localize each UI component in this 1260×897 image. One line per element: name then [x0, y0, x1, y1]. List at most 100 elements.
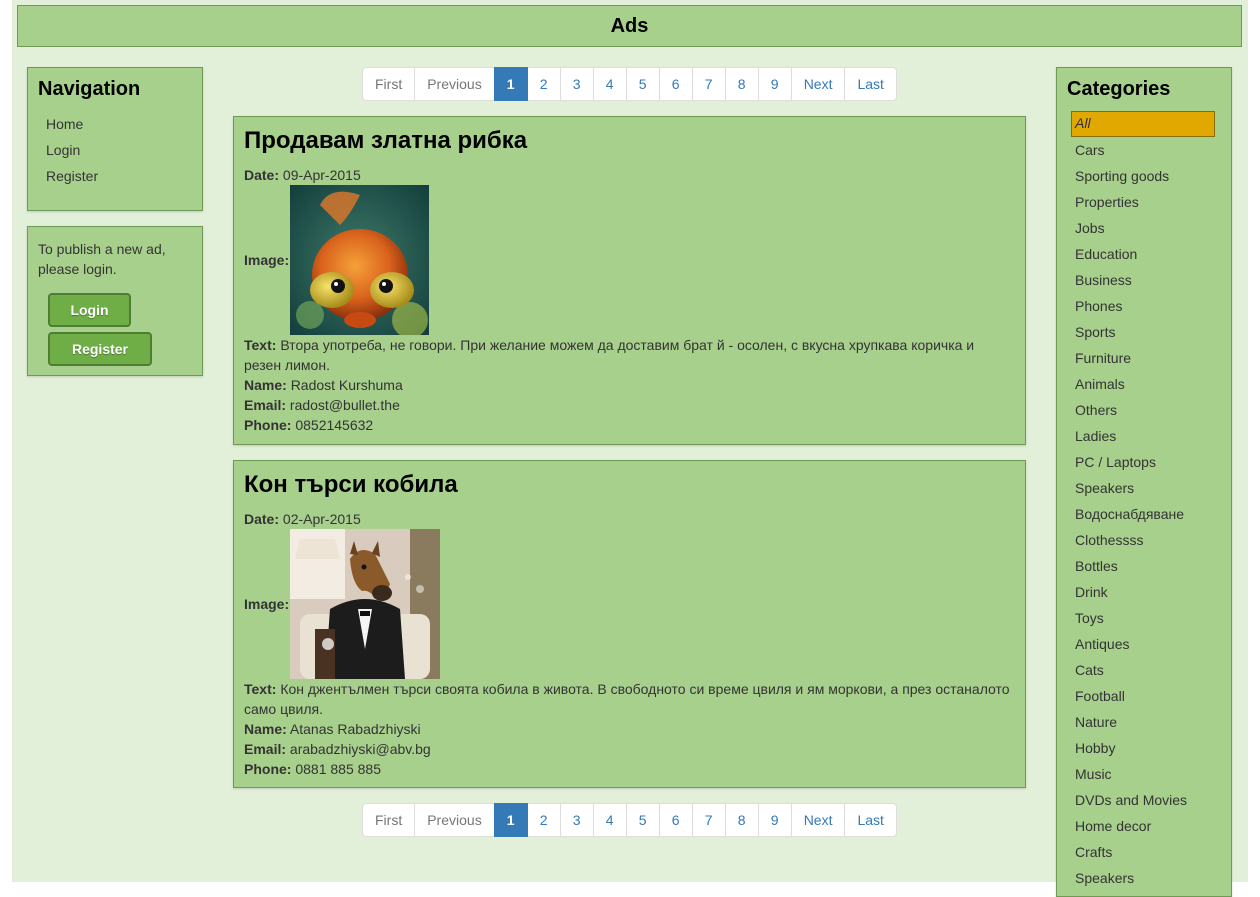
pager-page-5[interactable]: 5	[625, 67, 660, 101]
horse-mask-image	[290, 529, 441, 679]
pagination-bottom: First Previous 1 2 3 4 5 6 7 8 9 Next La…	[362, 803, 897, 837]
category-item[interactable]: Antiques	[1067, 631, 1221, 657]
category-item[interactable]: Animals	[1067, 371, 1221, 397]
category-item[interactable]: DVDs and Movies	[1067, 787, 1221, 813]
pager-page-6[interactable]: 6	[658, 67, 693, 101]
category-item[interactable]: Drink	[1067, 579, 1221, 605]
ad-email: arabadzhiyski@abv.bg	[289, 741, 431, 757]
category-item[interactable]: Sporting goods	[1067, 163, 1221, 189]
pager-next[interactable]: Next	[790, 67, 846, 101]
pager-page-1[interactable]: 1	[493, 803, 528, 837]
category-item[interactable]: Toys	[1067, 605, 1221, 631]
pager-page-4[interactable]: 4	[592, 67, 627, 101]
ad-text-row: Text: Втора употреба, не говори. При жел…	[244, 337, 975, 373]
ad-date: 09-Apr-2015	[282, 167, 361, 183]
ad-title: Продавам златна рибка	[244, 127, 528, 154]
category-item[interactable]: Bottles	[1067, 553, 1221, 579]
pager-page-8[interactable]: 8	[724, 803, 759, 837]
page-header: Ads	[17, 5, 1242, 47]
navigation-panel: Navigation Home Login Register	[27, 67, 203, 211]
category-item[interactable]: Sports	[1067, 319, 1221, 345]
pager-page-4[interactable]: 4	[592, 803, 627, 837]
pager-page-5[interactable]: 5	[625, 803, 660, 837]
ad-phone-row: Phone: 0852145632	[244, 417, 374, 433]
category-item[interactable]: Business	[1067, 267, 1221, 293]
page: Ads Navigation Home Login Register To pu…	[12, 0, 1248, 897]
category-item[interactable]: Водоснабдяване	[1067, 501, 1221, 527]
nav-home-link[interactable]: Home	[38, 111, 192, 137]
category-item[interactable]: Properties	[1067, 189, 1221, 215]
categories-title: Categories	[1067, 78, 1171, 100]
category-item[interactable]: Ladies	[1067, 423, 1221, 449]
pager-next[interactable]: Next	[790, 803, 846, 837]
category-item[interactable]: Phones	[1067, 293, 1221, 319]
pager-page-7[interactable]: 7	[691, 67, 726, 101]
pager-last[interactable]: Last	[844, 803, 897, 837]
pagination-top: First Previous 1 2 3 4 5 6 7 8 9 Next La…	[362, 67, 897, 101]
pager-page-8[interactable]: 8	[724, 67, 759, 101]
category-item[interactable]: Speakers	[1067, 475, 1221, 501]
pager-page-2[interactable]: 2	[526, 803, 561, 837]
ad-email-row: Email: radost@bullet.the	[244, 397, 400, 413]
nav-register-link[interactable]: Register	[38, 163, 192, 189]
category-item[interactable]: Nature	[1067, 709, 1221, 735]
ad-phone: 0881 885 885	[295, 761, 381, 777]
page-title: Ads	[610, 14, 649, 37]
category-item[interactable]: Speakers	[1067, 865, 1221, 891]
ad-email-row: Email: arabadzhiyski@abv.bg	[244, 741, 431, 757]
ad-name-row: Name: Radost Kurshuma	[244, 377, 403, 393]
category-item[interactable]: Education	[1067, 241, 1221, 267]
category-item[interactable]: Cars	[1067, 137, 1221, 163]
ad-text: Кон джентълмен търси своята кобила в жив…	[244, 681, 1010, 717]
category-item[interactable]: Football	[1067, 683, 1221, 709]
login-prompt-panel: To publish a new ad, please login. Login…	[27, 226, 203, 376]
goldfish-image	[290, 185, 430, 335]
ad-card: Кон търси кобила Date: 02-Apr-2015 Image…	[233, 460, 1026, 788]
category-item[interactable]: Music	[1067, 761, 1221, 787]
register-button[interactable]: Register	[48, 332, 152, 366]
login-button[interactable]: Login	[48, 293, 131, 327]
ad-email: radost@bullet.the	[289, 397, 400, 413]
pager-page-2[interactable]: 2	[526, 67, 561, 101]
category-item[interactable]: Home decor	[1067, 813, 1221, 839]
ad-name: Atanas Rabadzhiyski	[289, 721, 421, 737]
login-prompt-text: To publish a new ad, please login.	[38, 241, 166, 277]
ad-date-row: Date: 02-Apr-2015	[244, 511, 361, 527]
category-item[interactable]: PC / Laptops	[1067, 449, 1221, 475]
pager-page-6[interactable]: 6	[658, 803, 693, 837]
pager-previous[interactable]: Previous	[414, 67, 495, 101]
ad-image-row: Image:	[244, 529, 1015, 679]
pager-first[interactable]: First	[362, 803, 416, 837]
category-item[interactable]: Clothessss	[1067, 527, 1221, 553]
categories-panel: Categories All Cars Sporting goods Prope…	[1056, 67, 1232, 897]
ad-name: Radost Kurshuma	[290, 377, 403, 393]
category-item[interactable]: Others	[1067, 397, 1221, 423]
category-all[interactable]: All	[1071, 111, 1215, 137]
category-item[interactable]: Crafts	[1067, 839, 1221, 865]
ad-phone: 0852145632	[295, 417, 374, 433]
pager-page-7[interactable]: 7	[691, 803, 726, 837]
pager-page-3[interactable]: 3	[559, 803, 594, 837]
ad-image-row: Image:	[244, 185, 1015, 335]
category-item[interactable]: Cats	[1067, 657, 1221, 683]
pager-last[interactable]: Last	[844, 67, 897, 101]
pager-page-9[interactable]: 9	[757, 803, 792, 837]
ad-text: Втора употреба, не говори. При желание м…	[244, 337, 975, 373]
category-item[interactable]: Jobs	[1067, 215, 1221, 241]
pager-page-1[interactable]: 1	[493, 67, 528, 101]
nav-login-link[interactable]: Login	[38, 137, 192, 163]
ad-card: Продавам златна рибка Date: 09-Apr-2015 …	[233, 116, 1026, 445]
ad-phone-row: Phone: 0881 885 885	[244, 761, 381, 777]
pager-page-9[interactable]: 9	[757, 67, 792, 101]
ad-date: 02-Apr-2015	[282, 511, 361, 527]
pager-previous[interactable]: Previous	[414, 803, 495, 837]
ad-date-row: Date: 09-Apr-2015	[244, 167, 361, 183]
category-item[interactable]: Hobby	[1067, 735, 1221, 761]
navigation-title: Navigation	[38, 78, 141, 100]
ad-text-row: Text: Кон джентълмен търси своята кобила…	[244, 681, 1010, 717]
category-item[interactable]: Furniture	[1067, 345, 1221, 371]
pager-first[interactable]: First	[362, 67, 416, 101]
ad-title: Кон търси кобила	[244, 471, 458, 498]
ad-name-row: Name: Atanas Rabadzhiyski	[244, 721, 421, 737]
pager-page-3[interactable]: 3	[559, 67, 594, 101]
